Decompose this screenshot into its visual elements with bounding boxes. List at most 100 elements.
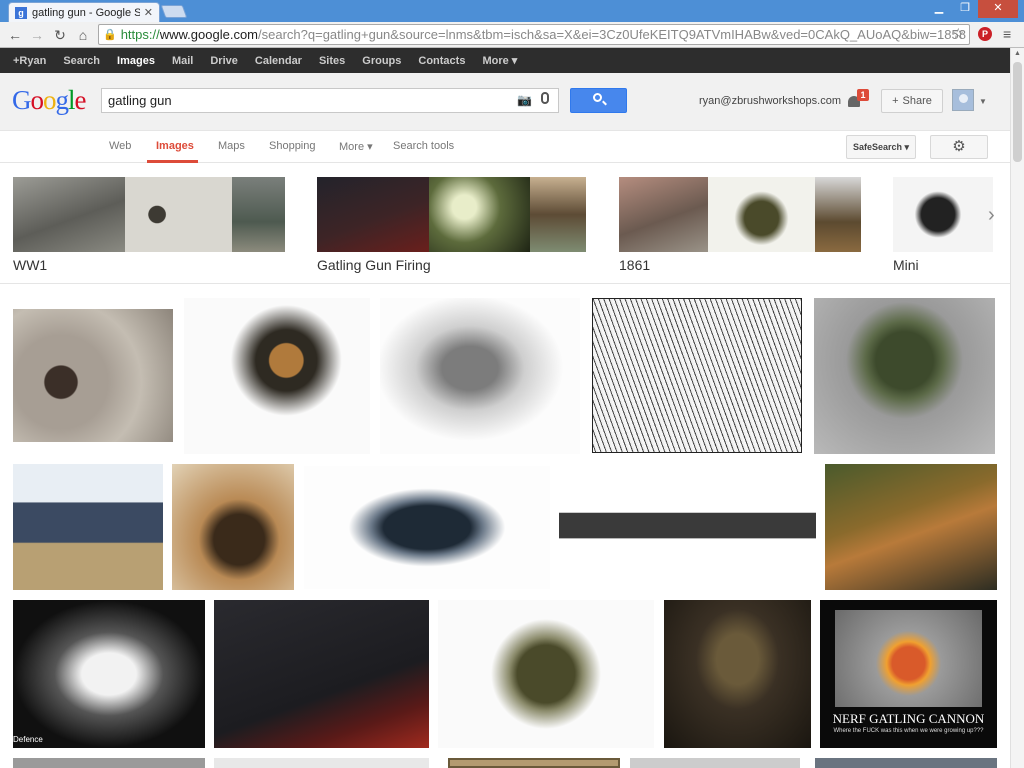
gbar-item-mail[interactable]: Mail (172, 55, 193, 67)
image-caption: Defence (13, 735, 43, 744)
image-result[interactable]: Defence (13, 600, 205, 748)
related-label: WW1 (13, 257, 48, 273)
image-result[interactable] (214, 600, 429, 748)
tab-search-tools[interactable]: Search tools (393, 140, 454, 152)
avatar[interactable] (952, 89, 974, 111)
image-result[interactable] (814, 298, 995, 454)
related-label: 1861 (619, 257, 651, 273)
related-thumbnail (708, 177, 815, 252)
gbar-item-groups[interactable]: Groups (362, 55, 401, 67)
image-result[interactable]: NERF GATLING CANNON Where the FUCK was t… (820, 600, 997, 748)
image-result[interactable] (380, 298, 580, 454)
notification-count-badge[interactable]: 1 (857, 89, 869, 101)
image-result[interactable] (184, 298, 370, 454)
image-result[interactable] (13, 464, 163, 590)
scrollbar-thumb[interactable] (1013, 62, 1022, 162)
related-search-mini[interactable]: Mini (893, 177, 993, 273)
pinterest-extension-icon[interactable]: P (978, 27, 992, 41)
close-tab-icon[interactable]: ✕ (144, 6, 153, 19)
image-result[interactable] (592, 298, 802, 453)
image-result[interactable] (630, 758, 800, 768)
back-icon[interactable]: ← (6, 26, 24, 44)
image-result[interactable] (13, 309, 173, 442)
image-result[interactable] (172, 464, 294, 590)
related-thumbnail (125, 177, 232, 252)
image-subcaption: Where the FUCK was this when we were gro… (833, 728, 984, 734)
search-header: Google gatling gun 📷 ryan@zbrushworkshop… (0, 73, 1010, 131)
share-label: Share (902, 95, 932, 107)
browser-titlebar: g gatling gun - Google Sear ✕ ▁ ❐ ✕ (0, 0, 1024, 22)
search-button[interactable] (570, 88, 627, 113)
window-controls: ▁ ❐ ✕ (926, 0, 1018, 18)
account-email[interactable]: ryan@zbrushworkshops.com (699, 95, 841, 107)
gbar-item-calendar[interactable]: Calendar (255, 55, 302, 67)
image-result[interactable] (13, 758, 205, 768)
related-search-gatling-gun-firing[interactable]: Gatling Gun Firing (317, 177, 586, 273)
image-inner-frame (835, 610, 982, 707)
active-tab-indicator (147, 160, 198, 163)
settings-gear-icon[interactable]: ⚙ (930, 135, 988, 159)
browser-tab[interactable]: g gatling gun - Google Sear ✕ (8, 2, 160, 22)
restore-icon[interactable]: ❐ (952, 0, 978, 18)
google-bar: +Ryan Search Images Mail Drive Calendar … (0, 48, 1010, 73)
scroll-up-icon[interactable]: ▲ (1014, 50, 1021, 57)
search-icon (593, 93, 602, 102)
gbar-item-plus-ryan[interactable]: +Ryan (13, 55, 46, 67)
related-thumbnail (317, 177, 429, 252)
forward-icon[interactable]: → (28, 26, 46, 44)
image-caption: NERF GATLING CANNON (832, 711, 985, 726)
image-result[interactable] (559, 479, 816, 574)
close-window-icon[interactable]: ✕ (978, 0, 1018, 18)
related-search-1861[interactable]: 1861 (619, 177, 861, 273)
gbar-item-search[interactable]: Search (63, 55, 100, 67)
google-favicon-icon: g (15, 6, 27, 19)
tab-shopping[interactable]: Shopping (269, 140, 316, 152)
camera-search-icon[interactable]: 📷 (517, 93, 532, 107)
tab-images[interactable]: Images (156, 140, 194, 152)
related-thumbnail (13, 177, 125, 252)
safesearch-button[interactable]: SafeSearch ▾ (846, 135, 916, 159)
gbar-item-more[interactable]: More ▾ (482, 54, 517, 67)
related-label: Mini (893, 257, 919, 273)
avatar-caret-icon[interactable]: ▼ (979, 97, 987, 106)
lock-icon: 🔒 (103, 29, 117, 41)
microphone-icon[interactable] (541, 92, 549, 104)
related-thumbnail (815, 177, 861, 252)
related-label: Gatling Gun Firing (317, 257, 431, 273)
page-scrollbar[interactable]: ▲ (1010, 48, 1024, 768)
image-result[interactable] (815, 758, 997, 768)
address-bar[interactable]: 🔒 https:// www.google.com /search?q=gatl… (98, 24, 970, 45)
related-thumbnail (232, 177, 285, 252)
related-thumbnail (619, 177, 708, 252)
tab-more[interactable]: More ▾ (339, 140, 373, 153)
reload-icon[interactable]: ↻ (51, 26, 69, 44)
google-logo[interactable]: Google (12, 85, 86, 116)
image-result[interactable] (214, 758, 429, 768)
url-path: /search?q=gatling+gun&source=lnms&tbm=is… (258, 27, 966, 42)
browser-toolbar: ← → ↻ ⌂ 🔒 https:// www.google.com /searc… (0, 22, 1024, 48)
share-button[interactable]: + Share (881, 89, 943, 113)
image-result[interactable] (448, 758, 620, 768)
search-input[interactable]: gatling gun (101, 88, 559, 113)
related-search-ww1[interactable]: WW1 (13, 177, 285, 273)
tab-title: gatling gun - Google Sear (32, 6, 140, 19)
image-result[interactable] (664, 600, 811, 748)
image-result[interactable] (304, 466, 550, 589)
tab-maps[interactable]: Maps (218, 140, 245, 152)
minimize-icon[interactable]: ▁ (926, 0, 952, 18)
url-scheme: https:// (120, 27, 160, 42)
image-result[interactable] (825, 464, 997, 590)
chevron-right-icon[interactable]: › (988, 204, 995, 227)
chrome-menu-icon[interactable]: ≡ (1003, 26, 1011, 42)
home-icon[interactable]: ⌂ (74, 26, 92, 44)
related-thumbnail (429, 177, 530, 252)
gbar-item-images[interactable]: Images (117, 55, 155, 67)
new-tab-button[interactable] (160, 5, 188, 18)
tab-web[interactable]: Web (109, 140, 131, 152)
gbar-item-contacts[interactable]: Contacts (418, 55, 465, 67)
logo-text: Google (12, 85, 86, 115)
image-result[interactable] (438, 600, 654, 748)
bookmark-star-icon[interactable]: ☆ (952, 25, 965, 42)
gbar-item-drive[interactable]: Drive (210, 55, 238, 67)
gbar-item-sites[interactable]: Sites (319, 55, 345, 67)
